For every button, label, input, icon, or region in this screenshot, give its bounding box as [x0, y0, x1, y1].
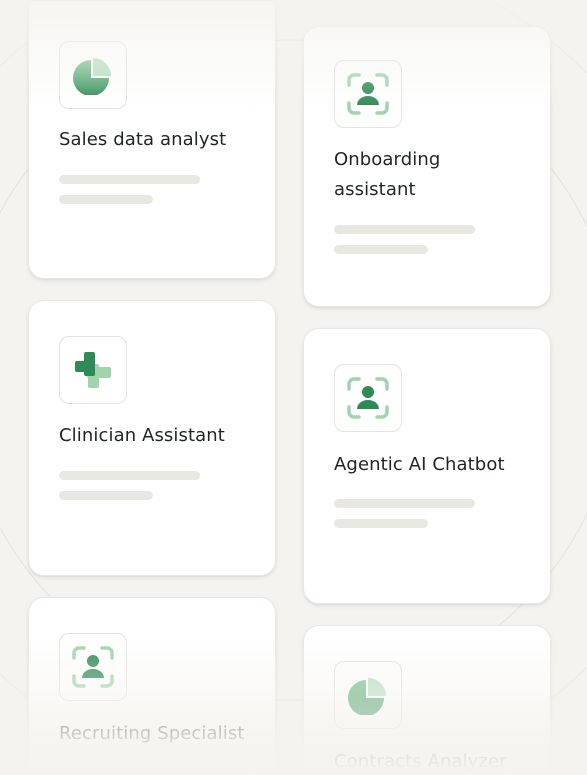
- placeholder-line: [59, 471, 200, 480]
- placeholder-line: [334, 225, 475, 234]
- placeholder-line: [59, 175, 200, 184]
- medical-cross-icon: [75, 352, 111, 388]
- icon-tile: [334, 364, 402, 432]
- card-title: Contracts Analyzer: [334, 751, 507, 772]
- icon-tile: [59, 336, 127, 404]
- agent-card-clinician-assistant[interactable]: Clinician Assistant: [28, 300, 276, 576]
- pie-chart-icon: [73, 58, 111, 95]
- pie-chart-icon: [348, 678, 386, 715]
- placeholder-line: [334, 519, 428, 528]
- card-title: Recruiting Specialist: [59, 723, 245, 744]
- icon-tile: [334, 661, 402, 729]
- person-scan-icon: [72, 646, 114, 688]
- icon-tile: [59, 41, 127, 109]
- icon-tile: [334, 60, 402, 128]
- agent-card-sales-data-analyst[interactable]: Sales data analyst: [28, 0, 276, 279]
- card-title: Clinician Assistant: [59, 425, 225, 446]
- agent-card-agentic-ai-chatbot[interactable]: Agentic AI Chatbot: [303, 328, 551, 604]
- placeholder-line: [59, 195, 153, 204]
- placeholder-line: [59, 491, 153, 500]
- agent-card-recruiting-specialist[interactable]: Recruiting Specialist: [28, 597, 276, 775]
- icon-tile: [59, 633, 127, 701]
- placeholder-line: [334, 499, 475, 508]
- person-scan-icon: [347, 377, 389, 419]
- agent-card-contracts-analyzer[interactable]: Contracts Analyzer: [303, 625, 551, 775]
- card-title: Agentic AI Chatbot: [334, 454, 505, 475]
- agent-card-onboarding-assistant[interactable]: Onboarding assistant: [303, 26, 551, 307]
- card-title: Onboarding assistant: [334, 149, 441, 200]
- placeholder-line: [334, 245, 428, 254]
- card-title: Sales data analyst: [59, 129, 227, 150]
- person-scan-icon: [347, 73, 389, 115]
